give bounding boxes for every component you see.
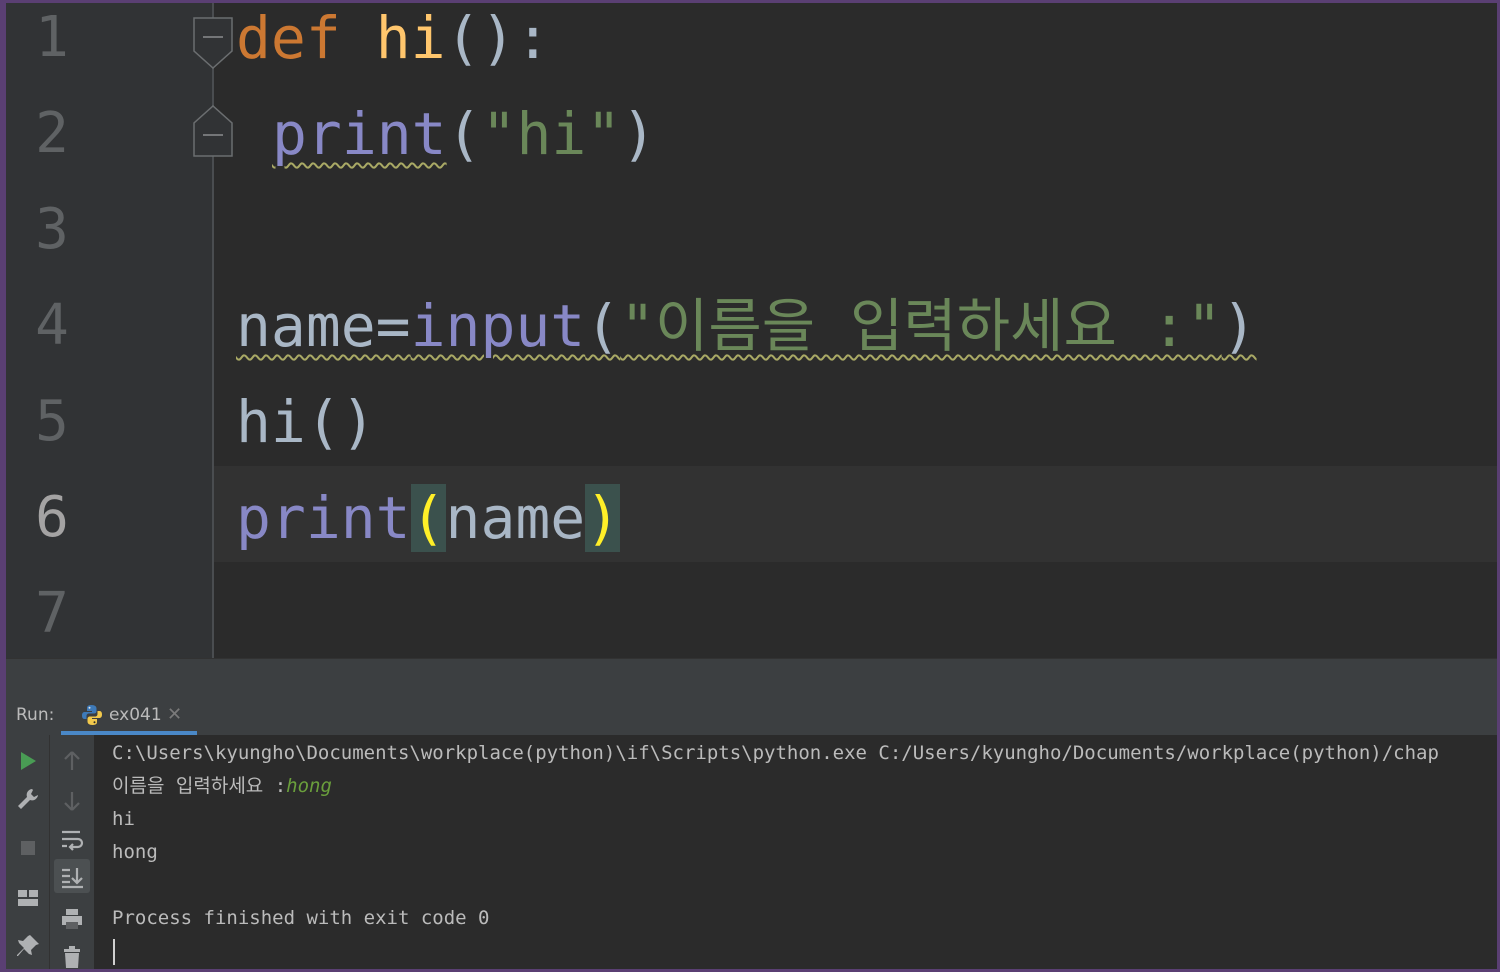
line-number: 5: [35, 389, 69, 454]
console-output[interactable]: C:\Users\kyungho\Documents\workplace(pyt…: [94, 735, 1497, 969]
pin-icon[interactable]: [12, 930, 44, 962]
line-number: 3: [35, 197, 69, 262]
run-tab-label: ex041: [109, 705, 162, 725]
brace-match-close: ): [585, 484, 621, 552]
console-prompt-line: 이름을 입력하세요 :hong: [112, 770, 332, 803]
builtin-print: print: [236, 484, 411, 552]
code-line-2[interactable]: print("hi"): [272, 86, 656, 182]
python-icon: [82, 705, 102, 725]
layout-icon[interactable]: [12, 882, 44, 914]
arrow-down-icon[interactable]: [56, 785, 88, 817]
print-icon[interactable]: [56, 903, 88, 935]
line-number: 1: [35, 5, 69, 70]
ide-window: 1 2 3 4 5 6 7 def hi(): print("hi") name…: [6, 3, 1497, 969]
run-tab-ex041[interactable]: ex041 ✕: [61, 695, 197, 735]
variable-assignment: name=: [236, 292, 411, 360]
console-user-input: hong: [286, 775, 332, 797]
run-icon[interactable]: [12, 745, 44, 777]
fold-end-icon[interactable]: [193, 105, 233, 157]
code-line-4[interactable]: name=input("이름을 입력하세요 :"): [236, 278, 1257, 374]
code-editor[interactable]: 1 2 3 4 5 6 7 def hi(): print("hi") name…: [6, 3, 1497, 658]
code-punctuation: ): [621, 100, 657, 168]
stop-icon[interactable]: [12, 832, 44, 864]
code-punctuation: (: [585, 292, 621, 360]
scroll-to-end-icon[interactable]: [56, 861, 88, 893]
arrow-up-icon[interactable]: [56, 745, 88, 777]
line-number: 2: [35, 101, 69, 166]
string-literal: "이름을 입력하세요 :": [620, 292, 1222, 360]
code-punctuation: (: [446, 100, 482, 168]
console-output-line: hi: [112, 808, 135, 830]
keyword-def: def: [236, 4, 341, 72]
console-prompt: 이름을 입력하세요 :: [112, 775, 287, 797]
builtin-input: input: [410, 292, 586, 360]
run-panel-header: Run: ex041 ✕: [6, 695, 1497, 735]
argument-name: name: [445, 484, 586, 552]
console-exit-line: Process finished with exit code 0: [112, 907, 490, 929]
fold-collapse-icon[interactable]: [193, 17, 233, 69]
wrench-icon[interactable]: [12, 783, 44, 815]
code-line-6[interactable]: print(name): [236, 470, 621, 566]
text-caret: [113, 939, 115, 965]
trash-icon[interactable]: [56, 941, 88, 969]
line-number: 7: [35, 581, 69, 646]
run-label: Run:: [16, 705, 55, 725]
line-number-gutter: 1 2 3 4 5 6 7: [6, 3, 212, 658]
gutter-divider: [212, 3, 214, 658]
line-number: 4: [35, 293, 69, 358]
soft-wrap-icon[interactable]: [56, 823, 88, 855]
code-punctuation: ): [1221, 292, 1257, 360]
run-toolbar: [6, 735, 94, 969]
code-punctuation: ():: [445, 4, 551, 72]
function-name: hi: [375, 4, 446, 72]
code-line-5[interactable]: hi(): [236, 374, 376, 470]
console-command-line: C:\Users\kyungho\Documents\workplace(pyt…: [112, 742, 1439, 764]
brace-match-open: (: [410, 484, 446, 552]
line-number-current: 6: [35, 485, 69, 550]
code-line-1[interactable]: def hi():: [236, 3, 550, 86]
console-output-line: hong: [112, 841, 158, 863]
builtin-print: print: [272, 100, 447, 168]
close-icon[interactable]: ✕: [167, 695, 182, 735]
panel-splitter[interactable]: [6, 658, 1497, 696]
function-call: hi(): [236, 388, 376, 456]
string-literal: "hi": [481, 100, 622, 168]
